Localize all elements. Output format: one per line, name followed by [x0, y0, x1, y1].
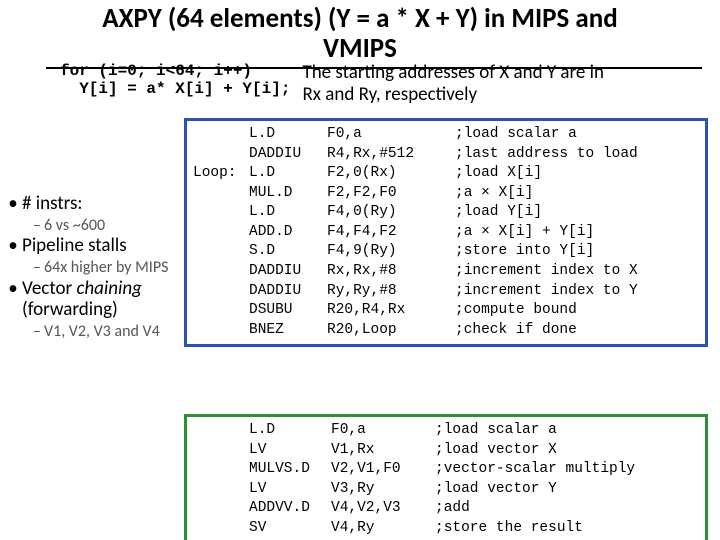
bullet-chaining-sub-text: V1, V2, V3 and V4: [44, 323, 160, 341]
address-note-line-2: Rx and Ry, respectively: [302, 84, 604, 106]
dash-icon: –: [30, 217, 44, 235]
bullet-dot-icon: •: [4, 194, 22, 215]
dash-icon: –: [30, 323, 44, 341]
bullet-stalls-sub-text: 64x higher by MIPS: [44, 259, 168, 277]
address-note: The starting addresses of X and Y are in…: [302, 62, 604, 106]
slide-title: AXPY (64 elements) (Y = a * X + Y) in MI…: [0, 0, 720, 63]
bullet-stalls-text: Pipeline stalls: [22, 236, 127, 257]
bullet-dot-icon: •: [4, 279, 22, 300]
address-note-line-1: The starting addresses of X and Y are in: [302, 62, 604, 84]
c-source-code: for (i=0; i<64; i++) Y[i] = a* X[i] + Y[…: [60, 62, 290, 106]
source-and-note-row: for (i=0; i<64; i++) Y[i] = a* X[i] + Y[…: [60, 62, 700, 106]
bullet-chaining-text: Vector chaining (forwarding): [22, 279, 142, 321]
mips-code-box: L.DF0,a;load scalar a DADDIUR4,Rx,#512;l…: [184, 118, 708, 347]
title-line-2: VMIPS: [323, 32, 397, 65]
vmips-code: L.DF0,a;load scalar a LVV1,Rx;load vecto…: [187, 417, 705, 540]
bullet-instrs-text: # instrs:: [22, 194, 83, 215]
title-line-1: AXPY (64 elements) (Y = a * X + Y) in MI…: [102, 2, 617, 35]
vmips-code-box: L.DF0,a;load scalar a LVV1,Rx;load vecto…: [184, 414, 708, 540]
dash-icon: –: [30, 259, 44, 277]
bullet-dot-icon: •: [4, 236, 22, 257]
bullet-instrs-sub-text: 6 vs ~600: [44, 217, 105, 235]
mips-code: L.DF0,a;load scalar a DADDIUR4,Rx,#512;l…: [187, 121, 705, 344]
